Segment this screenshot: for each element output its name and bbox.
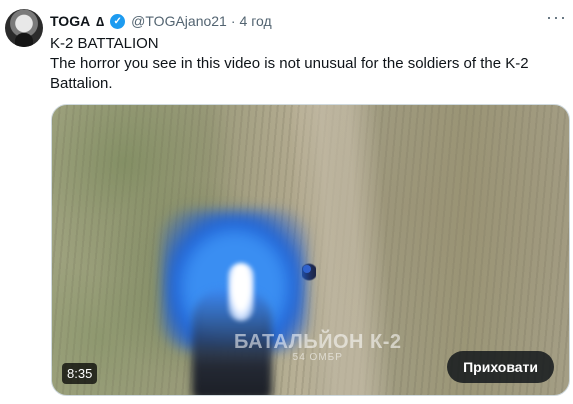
- user-avatar[interactable]: [5, 9, 43, 47]
- video-frame-drone-nose: [228, 263, 254, 321]
- verified-badge-icon: ✓: [110, 13, 126, 29]
- more-options-icon[interactable]: ···: [546, 8, 567, 26]
- tweet-text: K-2 BATTALION The horror you see in this…: [50, 34, 560, 94]
- video-watermark-sub: 54 ОМБР: [292, 352, 343, 363]
- hide-media-button[interactable]: Приховати: [447, 351, 554, 383]
- video-watermark-main: БАТАЛЬЙОН К-2: [234, 331, 402, 353]
- separator-dot: ·: [230, 13, 236, 29]
- display-name[interactable]: TOGA: [50, 13, 90, 29]
- video-duration-badge: 8:35: [62, 363, 98, 384]
- tweet-text-body: The horror you see in this video is not …: [50, 55, 529, 92]
- user-handle[interactable]: @TOGAjano21: [131, 13, 227, 29]
- video-player[interactable]: БАТАЛЬЙОН К-2 54 ОМБР 8:35 Приховати: [51, 104, 570, 396]
- name-symbol: ∆: [96, 13, 105, 29]
- tweet-timestamp[interactable]: 4 год: [240, 13, 272, 29]
- video-watermark: БАТАЛЬЙОН К-2 54 ОМБР: [234, 331, 402, 363]
- tweet-header: TOGA ∆ ✓ @TOGAjano21 · 4 год: [50, 11, 272, 31]
- tweet-text-title: K-2 BATTALION: [50, 35, 159, 52]
